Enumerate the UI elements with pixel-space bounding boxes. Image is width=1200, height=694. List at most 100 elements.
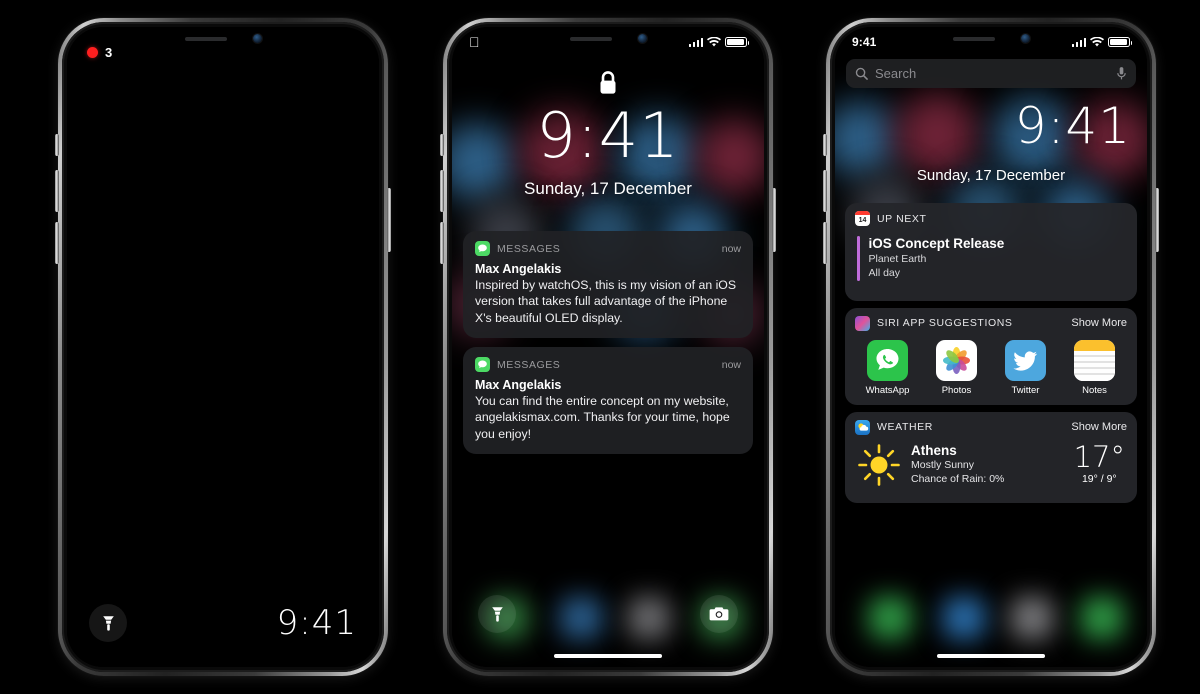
mute-switch[interactable] [55,134,59,156]
phone-1-wallpaper [67,27,379,667]
side-power-button[interactable] [772,188,776,252]
flashlight-icon [102,615,114,631]
mute-switch[interactable] [823,134,827,156]
weather-city: Athens [911,443,957,459]
notification-app-name: MESSAGES [497,358,561,371]
notification-card[interactable]: MESSAGES now Max Angelakis Inspired by w… [463,231,753,339]
app-suggestion-notes[interactable]: Notes [1067,339,1123,396]
camera-icon [709,607,729,621]
widget-siri-app-suggestions[interactable]: SIRI APP SUGGESTIONS Show More WhatsApp … [845,307,1137,405]
volume-down-button[interactable] [823,222,827,264]
phone-2:  [440,18,776,676]
side-power-button[interactable] [1155,188,1159,252]
weather-body: Athens Mostly Sunny Chance of Rain: 0% 1… [845,439,1137,503]
phone-3-notch [917,27,1065,50]
side-power-button[interactable] [387,188,391,252]
widget-title: UP NEXT [877,212,927,225]
app-suggestion-twitter[interactable]: Twitter [998,339,1054,396]
front-camera-icon [252,34,262,43]
notes-icon [1074,339,1115,381]
home-indicator[interactable] [554,653,662,658]
photos-icon [936,339,977,381]
phone-3-date: Sunday, 17 December [916,167,1066,184]
weather-details: Athens Mostly Sunny Chance of Rain: 0% [911,443,1004,486]
weather-temperature: 17° 19° / 9° [1073,439,1125,486]
sun-icon [858,443,900,486]
phone-3-screen: 9:41 Search 9:41 Sunday, 17 December 14 … [835,27,1147,667]
flashlight-button[interactable] [478,595,516,633]
notification-badge[interactable]: 3 [87,45,112,60]
battery-icon [1108,36,1133,48]
twitter-icon [1005,339,1046,381]
calendar-icon: 14 [855,211,870,226]
wifi-icon [707,36,721,47]
search-input[interactable]: Search [875,66,1109,81]
widget-up-next[interactable]: 14 UP NEXT iOS Concept Release Planet Ea… [845,203,1137,301]
notification-list: MESSAGES now Max Angelakis Inspired by w… [463,231,753,463]
notification-card[interactable]: MESSAGES now Max Angelakis You can find … [463,347,753,455]
widget-header: WEATHER Show More [845,412,1137,439]
cellular-signal-icon [688,37,703,47]
event-color-bar [857,236,860,281]
status-bar-time: 9:41 [852,35,877,49]
wifi-icon [1090,36,1104,47]
weather-rain: Chance of Rain: 0% [911,473,1005,486]
phone-1: 3 9:41 [55,18,391,676]
mute-switch[interactable] [440,134,444,156]
notification-time: now [721,242,741,255]
phone-1-bottom-bar: 9:41 [67,603,379,643]
notification-title: Max Angelakis [475,262,562,276]
front-camera-icon [1020,34,1030,43]
suggested-apps-row: WhatsApp Photos Twitter Notes [845,335,1137,405]
notification-app-name: MESSAGES [497,242,561,255]
phone-1-notch [149,27,297,50]
badge-count: 3 [105,45,113,60]
app-label: WhatsApp [865,384,910,396]
notification-header: MESSAGES now [475,357,741,373]
scene-root: 3 9:41 9:41 Sunday, 17 December MESSAGES… [0,0,1200,694]
speaker-grille-icon [184,36,227,41]
camera-button[interactable] [700,595,738,633]
search-bar[interactable]: Search [846,59,1136,88]
red-dot-icon [87,47,98,58]
microphone-icon[interactable] [1116,66,1127,81]
volume-up-button[interactable] [440,170,444,212]
volume-up-button[interactable] [823,170,827,212]
whatsapp-icon [867,339,908,381]
widget-weather[interactable]: WEATHER Show More Athens Mostly Sunny Ch… [845,411,1137,503]
home-indicator[interactable] [937,653,1045,658]
weather-current-temp: 17° [1073,439,1125,474]
notification-body: Inspired by watchOS, this is my vision o… [475,278,737,325]
widget-show-more[interactable]: Show More [1071,421,1127,433]
cellular-signal-icon [1071,37,1086,47]
phone-2-notch [534,27,682,50]
volume-down-button[interactable] [440,222,444,264]
widget-show-more[interactable]: Show More [1071,317,1127,329]
siri-icon [855,315,870,331]
widget-title: SIRI APP SUGGESTIONS [877,317,1013,330]
event-location: Planet Earth [868,253,927,265]
weather-high-low: 19° / 9° [1081,473,1117,486]
widget-list: 14 UP NEXT iOS Concept Release Planet Ea… [845,203,1137,510]
messages-icon [475,241,490,256]
app-label: Twitter [1011,384,1040,396]
volume-down-button[interactable] [55,222,59,264]
phone-2-date: Sunday, 17 December [524,179,692,198]
lock-closed-icon [600,71,616,94]
flashlight-button[interactable] [89,604,127,642]
speaker-grille-icon [569,36,612,41]
volume-up-button[interactable] [55,170,59,212]
battery-icon [725,36,750,48]
app-suggestion-whatsapp[interactable]: WhatsApp [860,339,916,396]
widget-title: WEATHER [877,421,933,434]
calendar-event[interactable]: iOS Concept Release Planet Earth All day [845,230,1137,301]
notification-title: Max Angelakis [475,378,562,393]
app-suggestion-photos[interactable]: Photos [929,339,985,396]
phone-2-clock: 9:41 [536,99,680,172]
event-time: All day [868,266,901,279]
notification-body: You can find the entire concept on my we… [475,394,730,441]
phone-3-clock: 9:41 [1014,97,1131,155]
lock-status-icon-wrap [597,69,619,102]
front-camera-icon [637,34,647,43]
weather-icon [855,419,870,435]
